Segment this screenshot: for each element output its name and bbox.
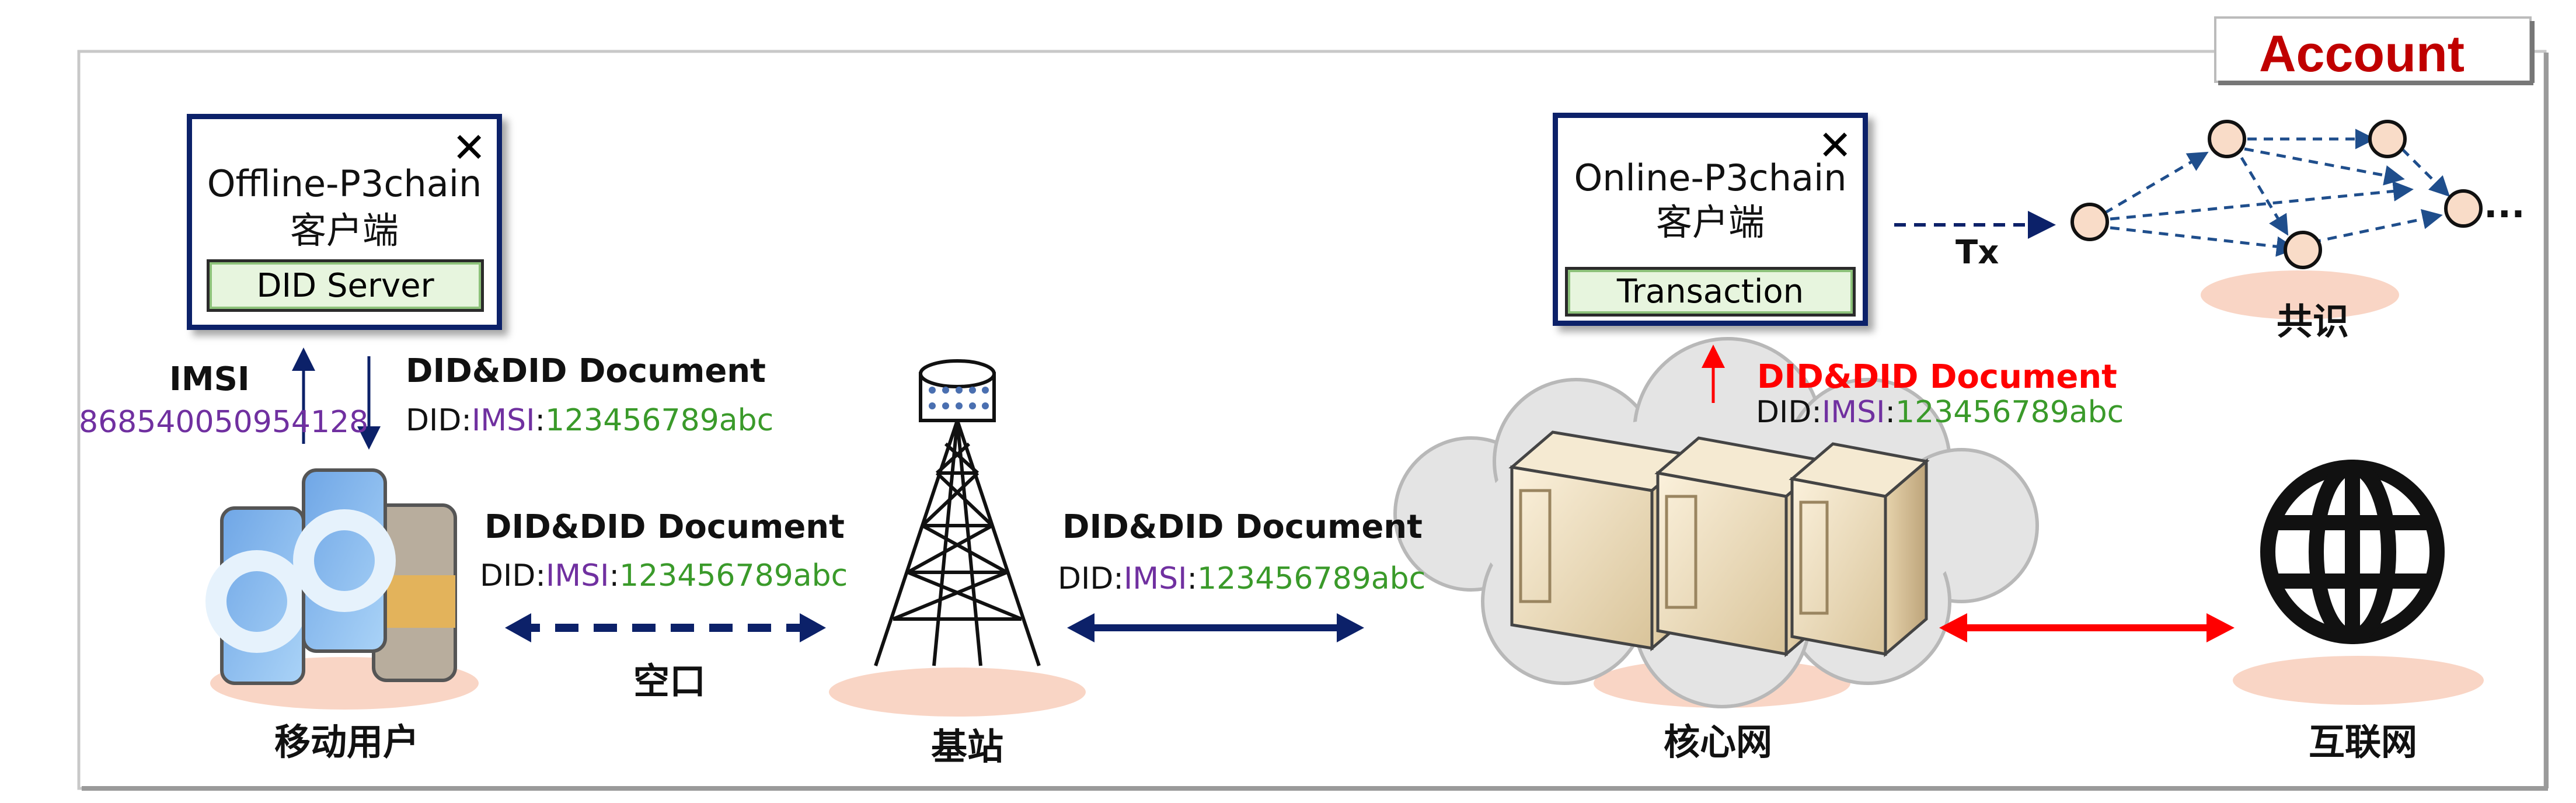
did-type: IMSI [545,558,609,593]
tx-label: Tx [1955,234,1999,272]
online-client-window: ✕ Online-P3chain 客户端 Transaction [1553,113,1868,326]
did-colon: : [1885,395,1896,430]
did-server-button-label: DID Server [256,266,434,305]
base-station-base [829,668,1086,717]
account-tab-label[interactable]: Account [2259,28,2465,79]
did-value: 123456789abc [1895,395,2124,430]
globe-icon [2260,460,2445,644]
internet-label: 互联网 [2309,721,2418,763]
ellipsis-label: ... [2484,183,2525,226]
doc-backhaul-title: DID&DID Document [1062,508,1423,546]
offline-client-window: ✕ Offline-P3chain 客户端 DID Server [187,114,502,330]
did-value: 123456789abc [1197,561,1426,596]
transaction-button-label: Transaction [1616,273,1804,311]
doc-core-title: DID&DID Document [1757,358,2117,396]
server-icon [1508,430,1930,658]
air-interface-label: 空口 [633,660,706,703]
consensus-label: 共识 [2277,300,2350,343]
did-colon: : [609,558,620,593]
doc-air-did: DID:IMSI:123456789abc [480,561,848,591]
did-value: 123456789abc [619,558,848,593]
online-client-title: Online-P3chain [1574,157,1847,199]
doc-air-title: DID&DID Document [484,508,845,546]
did-type: IMSI [471,403,535,438]
phones-icon [205,468,457,685]
imsi-label: IMSI [169,360,250,398]
did-colon: : [1187,561,1198,596]
offline-client-subtitle: 客户端 [290,209,399,252]
doc-core-did: DID:IMSI:123456789abc [1756,397,2124,427]
did-prefix: DID: [480,558,546,593]
did-type: IMSI [1123,561,1187,596]
core-network-label: 核心网 [1664,721,1773,763]
did-prefix: DID: [406,403,472,438]
did-prefix: DID: [1058,561,1124,596]
base-station-label: 基站 [931,725,1004,768]
did-colon: : [535,403,546,438]
offline-client-title: Offline-P3chain [207,162,482,205]
doc-backhaul-did: DID:IMSI:123456789abc [1058,564,1425,594]
mobile-user-label: 移动用户 [274,721,420,763]
did-value: 123456789abc [545,403,774,438]
doc-device-did: DID:IMSI:123456789abc [406,405,773,436]
doc-device-title: DID&DID Document [406,352,766,390]
did-server-button[interactable]: DID Server [207,259,484,312]
imsi-value: 868540050954128 [79,405,369,440]
did-type: IMSI [1821,395,1885,430]
online-client-subtitle: 客户端 [1655,201,1765,244]
transaction-button[interactable]: Transaction [1565,267,1856,317]
did-prefix: DID: [1756,395,1822,430]
internet-base [2233,656,2484,705]
